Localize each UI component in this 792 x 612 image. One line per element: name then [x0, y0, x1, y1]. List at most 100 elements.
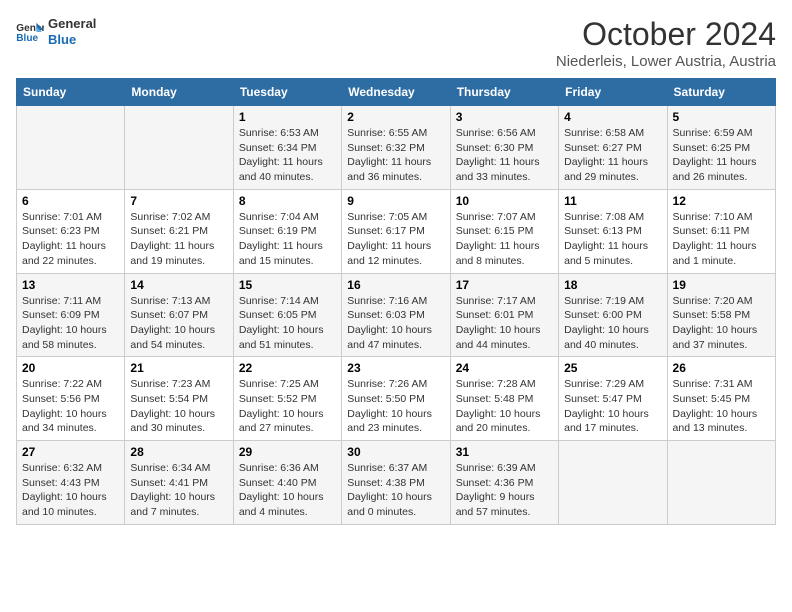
- calendar-week-2: 6 Sunrise: 7:01 AM Sunset: 6:23 PM Daylig…: [17, 189, 776, 273]
- day-info: Sunrise: 7:17 AM Sunset: 6:01 PM Dayligh…: [456, 294, 553, 353]
- day-info: Sunrise: 7:26 AM Sunset: 5:50 PM Dayligh…: [347, 377, 444, 436]
- calendar-cell: 12 Sunrise: 7:10 AM Sunset: 6:11 PM Dayli…: [667, 189, 775, 273]
- day-info: Sunrise: 7:05 AM Sunset: 6:17 PM Dayligh…: [347, 210, 444, 269]
- day-info: Sunrise: 6:37 AM Sunset: 4:38 PM Dayligh…: [347, 461, 444, 520]
- day-number: 4: [564, 110, 661, 124]
- day-info: Sunrise: 7:10 AM Sunset: 6:11 PM Dayligh…: [673, 210, 770, 269]
- day-info: Sunrise: 6:34 AM Sunset: 4:41 PM Dayligh…: [130, 461, 227, 520]
- calendar-cell: 16Sunrise: 7:16 AM Sunset: 6:03 PM Dayli…: [342, 273, 450, 357]
- calendar-cell: 15Sunrise: 7:14 AM Sunset: 6:05 PM Dayli…: [233, 273, 341, 357]
- day-number: 20: [22, 361, 119, 375]
- location-title: Niederleis, Lower Austria, Austria: [556, 53, 776, 70]
- day-info: Sunrise: 7:31 AM Sunset: 5:45 PM Dayligh…: [673, 377, 770, 436]
- calendar-cell: 3Sunrise: 6:56 AM Sunset: 6:30 PM Daylig…: [450, 106, 558, 190]
- day-number: 1: [239, 110, 336, 124]
- day-number: 11: [564, 194, 661, 208]
- day-number: 5: [673, 110, 770, 124]
- day-info: Sunrise: 7:19 AM Sunset: 6:00 PM Dayligh…: [564, 294, 661, 353]
- day-number: 17: [456, 278, 553, 292]
- calendar-cell: 31 Sunrise: 6:39 AM Sunset: 4:36 PM Dayli…: [450, 441, 558, 525]
- day-info: Sunrise: 6:32 AM Sunset: 4:43 PM Dayligh…: [22, 461, 119, 520]
- day-info: Sunrise: 7:28 AM Sunset: 5:48 PM Dayligh…: [456, 377, 553, 436]
- calendar-cell: 21 Sunrise: 7:23 AM Sunset: 5:54 PM Dayli…: [125, 357, 233, 441]
- calendar-cell: 28 Sunrise: 6:34 AM Sunset: 4:41 PM Dayli…: [125, 441, 233, 525]
- day-number: 13: [22, 278, 119, 292]
- logo-icon: General Blue: [16, 21, 44, 43]
- day-info: Sunrise: 7:22 AM Sunset: 5:56 PM Dayligh…: [22, 377, 119, 436]
- calendar-cell: 7Sunrise: 7:02 AM Sunset: 6:21 PM Daylig…: [125, 189, 233, 273]
- day-info: Sunrise: 7:07 AM Sunset: 6:15 PM Dayligh…: [456, 210, 553, 269]
- day-number: 21: [130, 361, 227, 375]
- calendar-cell: 5Sunrise: 6:59 AM Sunset: 6:25 PM Daylig…: [667, 106, 775, 190]
- day-number: 29: [239, 445, 336, 459]
- calendar-cell: [559, 441, 667, 525]
- calendar-cell: 27 Sunrise: 6:32 AM Sunset: 4:43 PM Dayli…: [17, 441, 125, 525]
- day-number: 24: [456, 361, 553, 375]
- calendar-cell: 9 Sunrise: 7:05 AM Sunset: 6:17 PM Daylig…: [342, 189, 450, 273]
- day-number: 19: [673, 278, 770, 292]
- logo-text-general: General: [48, 16, 96, 32]
- calendar-cell: 2 Sunrise: 6:55 AM Sunset: 6:32 PM Daylig…: [342, 106, 450, 190]
- day-info: Sunrise: 7:16 AM Sunset: 6:03 PM Dayligh…: [347, 294, 444, 353]
- calendar-week-4: 20 Sunrise: 7:22 AM Sunset: 5:56 PM Dayli…: [17, 357, 776, 441]
- day-number: 15: [239, 278, 336, 292]
- col-header-thursday: Thursday: [450, 79, 558, 106]
- calendar-cell: 4 Sunrise: 6:58 AM Sunset: 6:27 PM Daylig…: [559, 106, 667, 190]
- day-number: 28: [130, 445, 227, 459]
- title-block: October 2024 Niederleis, Lower Austria, …: [556, 16, 776, 70]
- day-number: 3: [456, 110, 553, 124]
- month-title: October 2024: [556, 16, 776, 53]
- calendar-cell: 10 Sunrise: 7:07 AM Sunset: 6:15 PM Dayli…: [450, 189, 558, 273]
- calendar-cell: [667, 441, 775, 525]
- calendar-week-3: 13Sunrise: 7:11 AM Sunset: 6:09 PM Dayli…: [17, 273, 776, 357]
- calendar-cell: 19 Sunrise: 7:20 AM Sunset: 5:58 PM Dayli…: [667, 273, 775, 357]
- day-number: 25: [564, 361, 661, 375]
- calendar-cell: [17, 106, 125, 190]
- day-info: Sunrise: 7:08 AM Sunset: 6:13 PM Dayligh…: [564, 210, 661, 269]
- col-header-tuesday: Tuesday: [233, 79, 341, 106]
- day-number: 6: [22, 194, 119, 208]
- day-number: 23: [347, 361, 444, 375]
- calendar-cell: 6 Sunrise: 7:01 AM Sunset: 6:23 PM Daylig…: [17, 189, 125, 273]
- calendar-cell: 14 Sunrise: 7:13 AM Sunset: 6:07 PM Dayli…: [125, 273, 233, 357]
- day-number: 12: [673, 194, 770, 208]
- calendar-cell: 30Sunrise: 6:37 AM Sunset: 4:38 PM Dayli…: [342, 441, 450, 525]
- calendar-cell: 25 Sunrise: 7:29 AM Sunset: 5:47 PM Dayli…: [559, 357, 667, 441]
- day-number: 31: [456, 445, 553, 459]
- day-info: Sunrise: 6:53 AM Sunset: 6:34 PM Dayligh…: [239, 126, 336, 185]
- day-number: 2: [347, 110, 444, 124]
- day-info: Sunrise: 6:39 AM Sunset: 4:36 PM Dayligh…: [456, 461, 553, 520]
- day-info: Sunrise: 7:20 AM Sunset: 5:58 PM Dayligh…: [673, 294, 770, 353]
- day-number: 27: [22, 445, 119, 459]
- logo-text-blue: Blue: [48, 32, 96, 48]
- calendar-cell: 24 Sunrise: 7:28 AM Sunset: 5:48 PM Dayli…: [450, 357, 558, 441]
- calendar-week-5: 27 Sunrise: 6:32 AM Sunset: 4:43 PM Dayli…: [17, 441, 776, 525]
- calendar-cell: 26Sunrise: 7:31 AM Sunset: 5:45 PM Dayli…: [667, 357, 775, 441]
- calendar-cell: 18 Sunrise: 7:19 AM Sunset: 6:00 PM Dayli…: [559, 273, 667, 357]
- calendar-cell: 20 Sunrise: 7:22 AM Sunset: 5:56 PM Dayli…: [17, 357, 125, 441]
- calendar-cell: 23 Sunrise: 7:26 AM Sunset: 5:50 PM Dayli…: [342, 357, 450, 441]
- day-info: Sunrise: 6:36 AM Sunset: 4:40 PM Dayligh…: [239, 461, 336, 520]
- day-info: Sunrise: 7:29 AM Sunset: 5:47 PM Dayligh…: [564, 377, 661, 436]
- calendar-table: SundayMondayTuesdayWednesdayThursdayFrid…: [16, 78, 776, 525]
- calendar-cell: 29 Sunrise: 6:36 AM Sunset: 4:40 PM Dayli…: [233, 441, 341, 525]
- day-info: Sunrise: 7:01 AM Sunset: 6:23 PM Dayligh…: [22, 210, 119, 269]
- calendar-header: SundayMondayTuesdayWednesdayThursdayFrid…: [17, 79, 776, 106]
- day-info: Sunrise: 7:13 AM Sunset: 6:07 PM Dayligh…: [130, 294, 227, 353]
- col-header-friday: Friday: [559, 79, 667, 106]
- day-number: 18: [564, 278, 661, 292]
- day-number: 14: [130, 278, 227, 292]
- col-header-monday: Monday: [125, 79, 233, 106]
- col-header-sunday: Sunday: [17, 79, 125, 106]
- calendar-week-1: 1 Sunrise: 6:53 AM Sunset: 6:34 PM Daylig…: [17, 106, 776, 190]
- day-info: Sunrise: 6:55 AM Sunset: 6:32 PM Dayligh…: [347, 126, 444, 185]
- day-info: Sunrise: 7:04 AM Sunset: 6:19 PM Dayligh…: [239, 210, 336, 269]
- day-number: 10: [456, 194, 553, 208]
- col-header-saturday: Saturday: [667, 79, 775, 106]
- day-number: 9: [347, 194, 444, 208]
- day-info: Sunrise: 7:23 AM Sunset: 5:54 PM Dayligh…: [130, 377, 227, 436]
- day-info: Sunrise: 6:58 AM Sunset: 6:27 PM Dayligh…: [564, 126, 661, 185]
- calendar-cell: 22Sunrise: 7:25 AM Sunset: 5:52 PM Dayli…: [233, 357, 341, 441]
- day-number: 7: [130, 194, 227, 208]
- logo: General Blue General Blue: [16, 16, 96, 47]
